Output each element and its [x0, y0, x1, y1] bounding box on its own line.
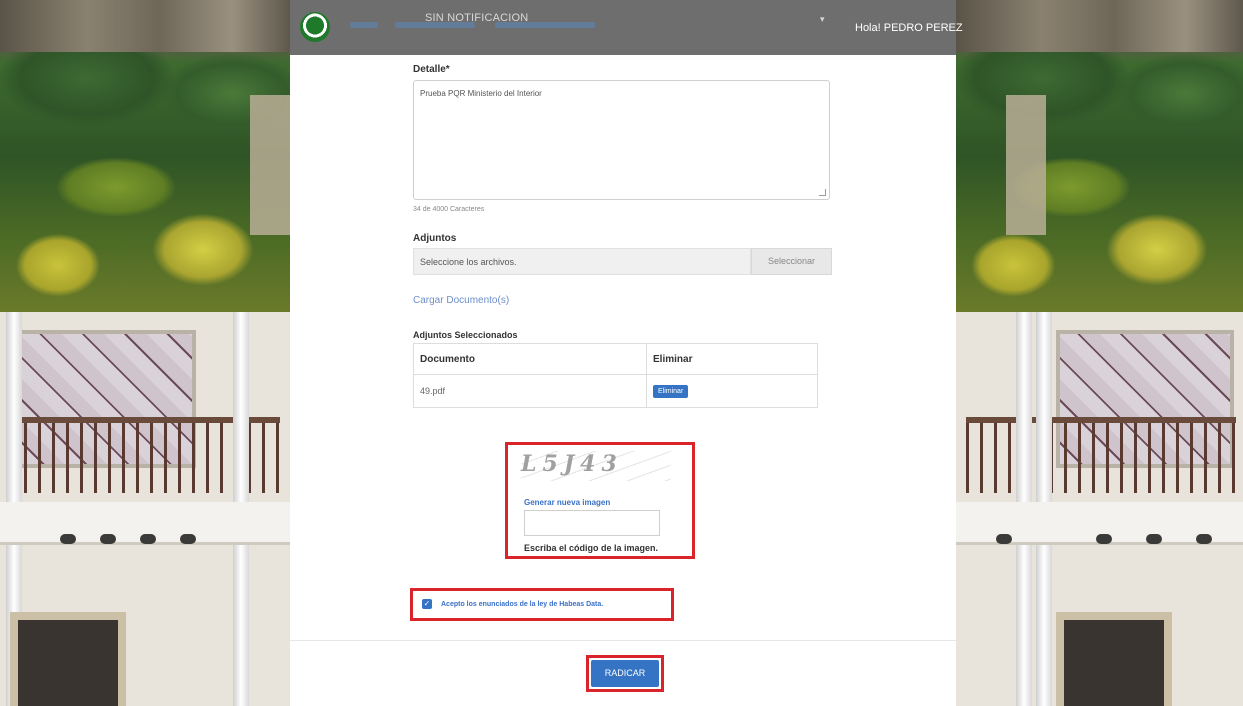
detail-text: Prueba PQR Ministerio del Interior — [420, 89, 542, 98]
house-photo — [956, 312, 1243, 706]
background-photo-left — [0, 0, 290, 706]
column-header-delete: Eliminar — [646, 343, 818, 375]
background-photo-right — [956, 0, 1243, 706]
house-photo — [0, 312, 290, 706]
user-greeting[interactable]: Hola! PEDRO PEREZ — [855, 22, 963, 34]
submit-highlight: RADICAR — [586, 655, 664, 692]
top-navbar: SIN NOTIFICACION ▾ Hola! PEDRO PEREZ — [290, 0, 963, 55]
nav-link-1[interactable] — [350, 22, 378, 28]
captcha-section: L5J43 Generar nueva imagen Escriba el có… — [505, 442, 695, 559]
generate-new-image-link[interactable]: Generar nueva imagen — [524, 498, 610, 507]
select-files-button[interactable]: Seleccionar — [751, 248, 832, 275]
column-header-document: Documento — [413, 343, 647, 375]
accept-label[interactable]: Acepto los enunciados de la ley de Habea… — [441, 601, 603, 608]
accept-checkbox[interactable]: ✓ — [422, 599, 432, 609]
garden-photo — [956, 0, 1243, 312]
detail-label: Detalle* — [413, 64, 450, 75]
footer-divider — [290, 640, 956, 641]
habeas-data-consent: ✓ Acepto los enunciados de la ley de Hab… — [410, 588, 674, 621]
ministry-logo-icon[interactable] — [300, 12, 330, 42]
captcha-image: L5J43 — [521, 451, 671, 481]
attachments-label: Adjuntos — [413, 233, 457, 244]
captcha-input[interactable] — [524, 510, 660, 536]
notification-label[interactable]: SIN NOTIFICACION — [425, 12, 528, 24]
submit-button[interactable]: RADICAR — [591, 660, 659, 687]
delete-button[interactable]: Eliminar — [653, 384, 689, 398]
dropdown-caret-icon[interactable]: ▾ — [820, 14, 825, 25]
delete-cell: Eliminar — [646, 374, 818, 408]
pqr-form-card: Detalle* Prueba PQR Ministerio del Inter… — [290, 55, 956, 706]
table-row: 49.pdf Eliminar — [413, 374, 818, 408]
file-input[interactable]: Seleccione los archivos. — [413, 248, 751, 275]
document-name: 49.pdf — [413, 374, 647, 408]
table-header-row: Documento Eliminar — [413, 343, 818, 375]
garden-photo — [0, 0, 290, 312]
load-documents-link[interactable]: Cargar Documento(s) — [413, 295, 509, 306]
selected-attachments-label: Adjuntos Seleccionados — [413, 330, 518, 340]
character-counter: 34 de 4000 Caracteres — [413, 206, 485, 213]
captcha-caption: Escriba el código de la imagen. — [524, 543, 659, 553]
resize-handle-icon[interactable] — [819, 189, 826, 196]
attachments-table: Documento Eliminar 49.pdf Eliminar — [413, 343, 818, 408]
file-picker: Seleccione los archivos. Seleccionar — [413, 248, 832, 275]
detail-textarea[interactable]: Prueba PQR Ministerio del Interior — [413, 80, 830, 200]
